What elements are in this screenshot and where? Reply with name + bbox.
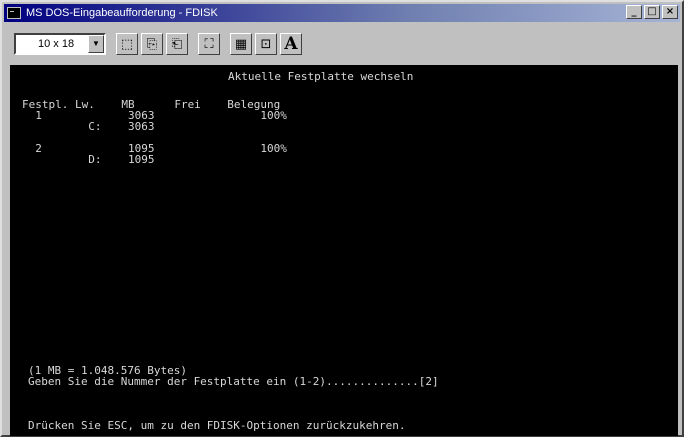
esc-hint: Drücken Sie ESC, um zu den FDISK-Optione… bbox=[28, 419, 406, 432]
msdos-window: MS DOS-Eingabeaufforderung - FDISK _ □ ×… bbox=[0, 0, 684, 437]
title-bar[interactable]: MS DOS-Eingabeaufforderung - FDISK _ □ × bbox=[4, 4, 680, 22]
background-icon[interactable]: ⊡ bbox=[255, 33, 277, 55]
table-row: D: 1095 bbox=[22, 153, 155, 166]
mark-icon[interactable]: ⬚ bbox=[116, 33, 138, 55]
paste-icon[interactable]: ⎗ bbox=[166, 33, 188, 55]
maximize-button[interactable]: □ bbox=[644, 5, 660, 19]
window-controls: _ □ × bbox=[626, 5, 678, 19]
table-row: C: 3063 bbox=[22, 120, 155, 133]
close-button[interactable]: × bbox=[662, 5, 678, 19]
console-heading: Aktuelle Festplatte wechseln bbox=[228, 70, 414, 83]
chevron-down-icon[interactable]: ▼ bbox=[88, 35, 104, 53]
font-size-select[interactable]: 10 x 18 ▼ bbox=[14, 33, 106, 55]
minimize-button[interactable]: _ bbox=[626, 5, 642, 19]
toolbar: 10 x 18 ▼ ⬚ ⎘ ⎗ ⛶ ▦ ⊡ A bbox=[4, 24, 680, 64]
console-screen[interactable]: Aktuelle Festplatte wechseln Festpl. Lw.… bbox=[10, 65, 678, 436]
fullscreen-icon[interactable]: ⛶ bbox=[198, 33, 220, 55]
disk-number-prompt: Geben Sie die Nummer der Festplatte ein … bbox=[28, 375, 439, 388]
properties-icon[interactable]: ▦ bbox=[230, 33, 252, 55]
font-icon[interactable]: A bbox=[280, 33, 302, 55]
window-title: MS DOS-Eingabeaufforderung - FDISK bbox=[26, 7, 218, 19]
font-size-value: 10 x 18 bbox=[38, 38, 75, 50]
copy-icon[interactable]: ⎘ bbox=[141, 33, 163, 55]
msdos-icon[interactable] bbox=[7, 7, 21, 19]
